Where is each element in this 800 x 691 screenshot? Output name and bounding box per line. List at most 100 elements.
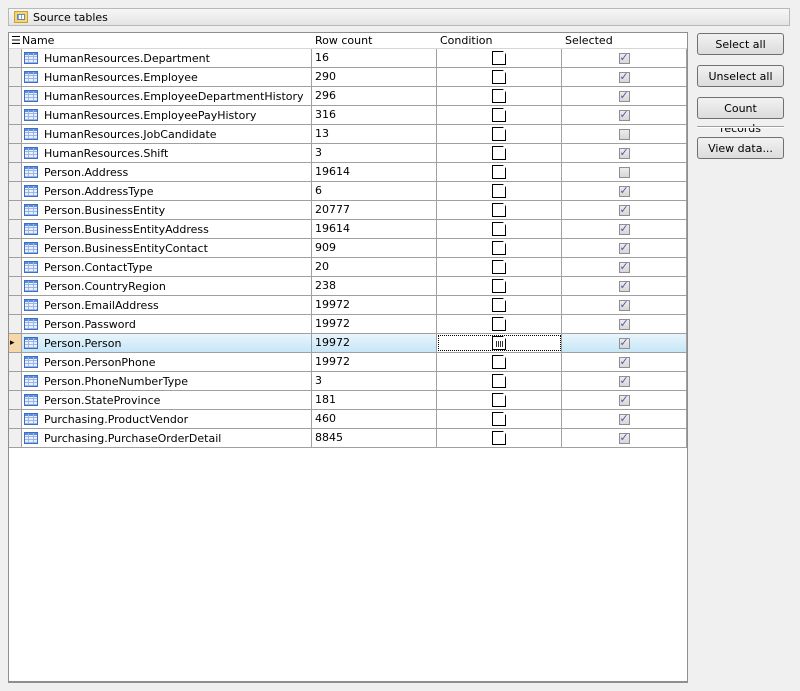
selected-cell[interactable]	[562, 391, 687, 409]
view-data-button[interactable]: View data...	[697, 137, 784, 159]
condition-cell[interactable]	[437, 125, 562, 143]
table-row[interactable]: Person.EmailAddress 19972	[9, 296, 687, 315]
condition-document-icon[interactable]	[492, 70, 506, 84]
selected-checkbox[interactable]	[618, 222, 630, 235]
table-name-cell[interactable]: Person.PhoneNumberType	[22, 372, 312, 390]
row-count-cell[interactable]: 16	[312, 49, 437, 67]
condition-cell[interactable]	[437, 353, 562, 371]
row-indicator[interactable]	[9, 353, 22, 371]
row-count-cell[interactable]: 19614	[312, 220, 437, 238]
condition-document-icon[interactable]	[492, 412, 506, 426]
selected-cell[interactable]	[562, 239, 687, 257]
selected-checkbox[interactable]	[618, 317, 630, 330]
condition-cell[interactable]	[437, 49, 562, 67]
selected-cell[interactable]	[562, 429, 687, 447]
row-count-cell[interactable]: 20	[312, 258, 437, 276]
condition-document-icon[interactable]	[492, 108, 506, 122]
row-indicator[interactable]	[9, 391, 22, 409]
condition-cell[interactable]	[437, 220, 562, 238]
row-indicator[interactable]	[9, 334, 22, 352]
table-name-cell[interactable]: HumanResources.EmployeePayHistory	[22, 106, 312, 124]
table-row[interactable]: Person.StateProvince 181	[9, 391, 687, 410]
table-name-cell[interactable]: Person.ContactType	[22, 258, 312, 276]
table-row[interactable]: Person.Address 19614	[9, 163, 687, 182]
condition-cell[interactable]	[437, 391, 562, 409]
column-chooser-icon[interactable]: ☰	[9, 33, 22, 48]
unselect-all-button[interactable]: Unselect all	[697, 65, 784, 87]
condition-cell[interactable]	[437, 315, 562, 333]
table-row[interactable]: Person.Person 19972	[9, 334, 687, 353]
selected-cell[interactable]	[562, 125, 687, 143]
row-count-cell[interactable]: 238	[312, 277, 437, 295]
table-name-cell[interactable]: Person.Address	[22, 163, 312, 181]
selected-checkbox[interactable]	[618, 241, 630, 254]
condition-document-icon[interactable]	[492, 241, 506, 255]
table-name-cell[interactable]: Person.BusinessEntityContact	[22, 239, 312, 257]
row-count-cell[interactable]: 19972	[312, 353, 437, 371]
row-indicator[interactable]	[9, 125, 22, 143]
row-indicator[interactable]	[9, 372, 22, 390]
selected-checkbox[interactable]	[618, 51, 630, 64]
table-name-cell[interactable]: HumanResources.JobCandidate	[22, 125, 312, 143]
condition-cell[interactable]	[437, 239, 562, 257]
condition-document-icon[interactable]	[492, 51, 506, 65]
row-count-cell[interactable]: 3	[312, 144, 437, 162]
table-name-cell[interactable]: HumanResources.Employee	[22, 68, 312, 86]
table-row[interactable]: Person.PersonPhone 19972	[9, 353, 687, 372]
column-header-condition[interactable]: Condition	[437, 33, 562, 48]
table-row[interactable]: HumanResources.EmployeeDepartmentHistory…	[9, 87, 687, 106]
table-name-cell[interactable]: Person.BusinessEntityAddress	[22, 220, 312, 238]
table-row[interactable]: Person.PhoneNumberType 3	[9, 372, 687, 391]
table-row[interactable]: HumanResources.EmployeePayHistory 316	[9, 106, 687, 125]
selected-cell[interactable]	[562, 258, 687, 276]
condition-document-icon[interactable]	[492, 203, 506, 217]
selected-checkbox[interactable]	[618, 336, 630, 349]
table-row[interactable]: Person.BusinessEntity 20777	[9, 201, 687, 220]
condition-document-icon[interactable]	[492, 317, 506, 331]
table-name-cell[interactable]: Person.BusinessEntity	[22, 201, 312, 219]
condition-cell[interactable]	[437, 296, 562, 314]
row-indicator[interactable]	[9, 296, 22, 314]
row-count-cell[interactable]: 316	[312, 106, 437, 124]
selected-cell[interactable]	[562, 106, 687, 124]
row-count-cell[interactable]: 20777	[312, 201, 437, 219]
selected-cell[interactable]	[562, 182, 687, 200]
selected-checkbox[interactable]	[618, 374, 630, 387]
row-indicator[interactable]	[9, 201, 22, 219]
table-row[interactable]: Person.BusinessEntityContact 909	[9, 239, 687, 258]
condition-document-icon[interactable]	[492, 89, 506, 103]
row-count-cell[interactable]: 19614	[312, 163, 437, 181]
condition-cell[interactable]	[437, 258, 562, 276]
select-all-button[interactable]: Select all	[697, 33, 784, 55]
condition-document-icon[interactable]	[492, 260, 506, 274]
row-count-cell[interactable]: 19972	[312, 315, 437, 333]
condition-document-icon[interactable]	[492, 184, 506, 198]
table-row[interactable]: Purchasing.PurchaseOrderDetail 8845	[9, 429, 687, 448]
selected-checkbox[interactable]	[618, 108, 630, 121]
row-indicator[interactable]	[9, 410, 22, 428]
row-count-cell[interactable]: 290	[312, 68, 437, 86]
table-name-cell[interactable]: Person.CountryRegion	[22, 277, 312, 295]
selected-cell[interactable]	[562, 68, 687, 86]
row-indicator[interactable]	[9, 315, 22, 333]
selected-checkbox[interactable]	[618, 260, 630, 273]
condition-cell[interactable]	[437, 144, 562, 162]
selected-checkbox[interactable]	[618, 393, 630, 406]
table-name-cell[interactable]: Person.Password	[22, 315, 312, 333]
row-count-cell[interactable]: 13	[312, 125, 437, 143]
condition-cell[interactable]	[437, 410, 562, 428]
selected-checkbox[interactable]	[618, 184, 630, 197]
condition-document-icon[interactable]	[492, 431, 506, 445]
condition-cell[interactable]	[437, 277, 562, 295]
condition-cell[interactable]	[437, 163, 562, 181]
table-row[interactable]: HumanResources.Employee 290	[9, 68, 687, 87]
table-row[interactable]: Person.AddressType 6	[9, 182, 687, 201]
condition-cell[interactable]	[437, 182, 562, 200]
selected-cell[interactable]	[562, 163, 687, 181]
selected-checkbox[interactable]	[618, 89, 630, 102]
condition-document-icon[interactable]	[492, 393, 506, 407]
selected-checkbox[interactable]	[618, 70, 630, 83]
table-name-cell[interactable]: HumanResources.Department	[22, 49, 312, 67]
table-name-cell[interactable]: Purchasing.ProductVendor	[22, 410, 312, 428]
row-indicator[interactable]	[9, 163, 22, 181]
